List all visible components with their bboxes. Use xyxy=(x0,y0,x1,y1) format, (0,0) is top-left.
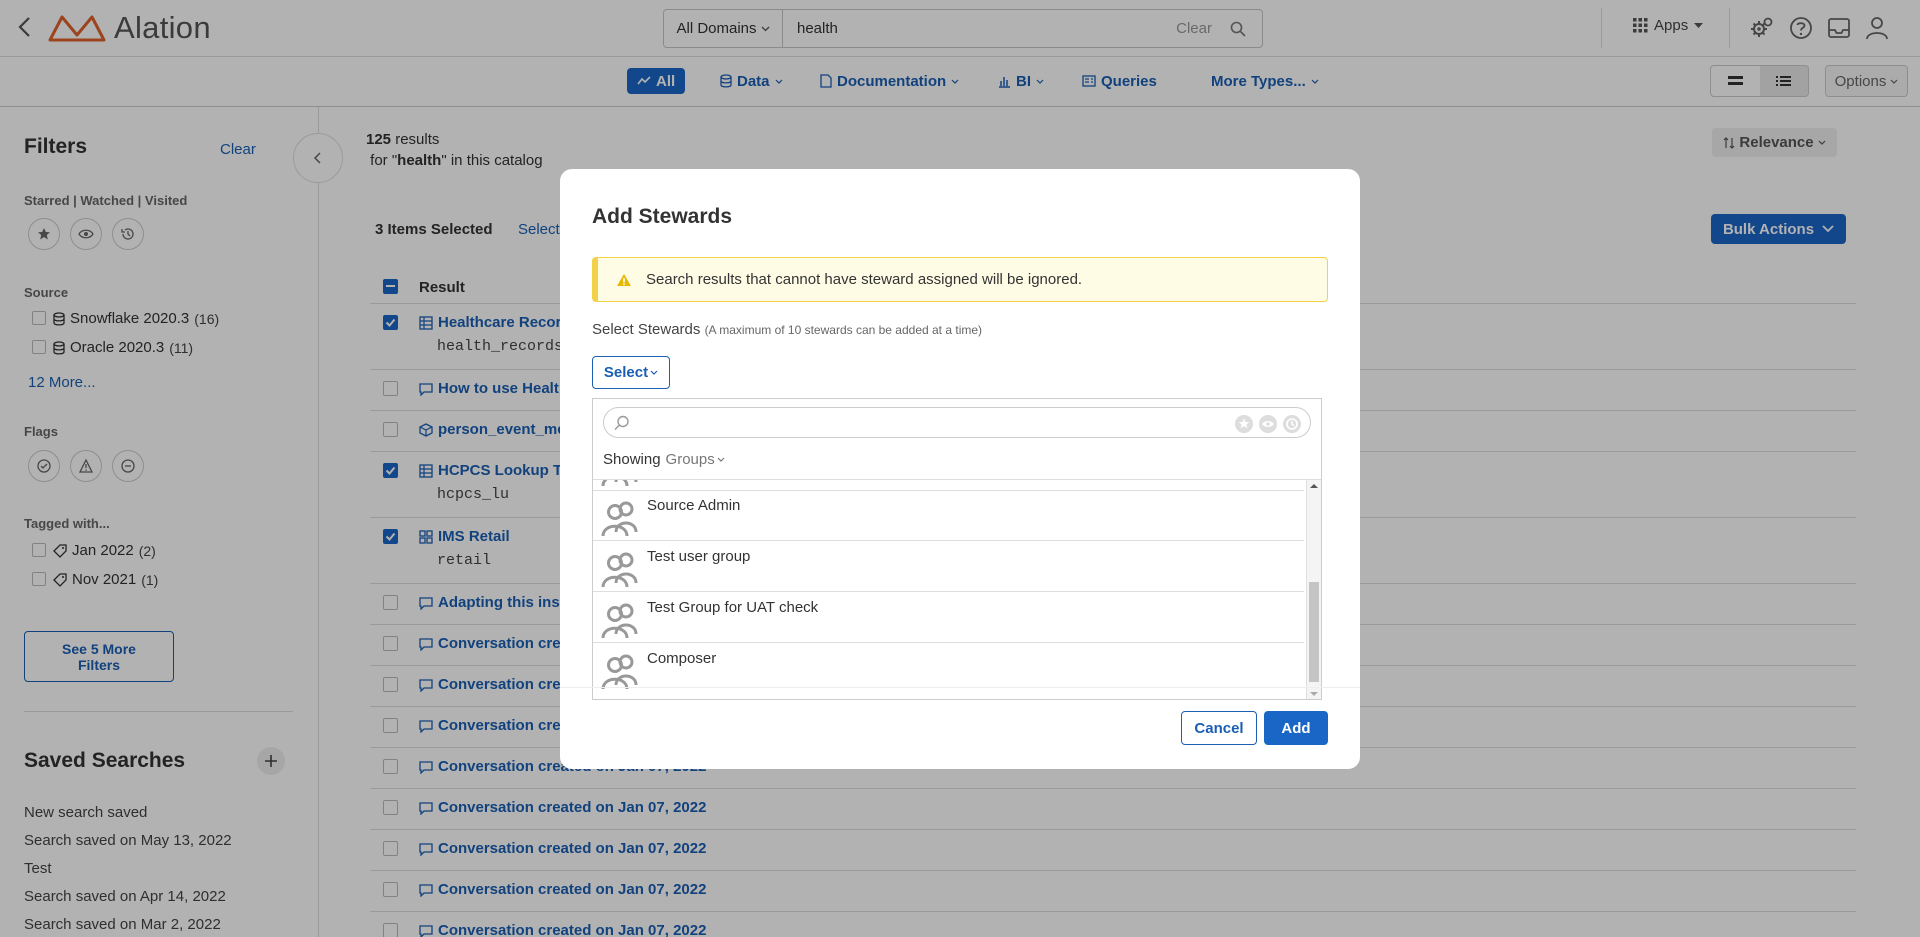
add-button[interactable]: Add xyxy=(1264,711,1328,745)
scrollbar-thumb[interactable] xyxy=(1309,582,1319,682)
search-icon xyxy=(614,415,630,431)
select-stewards-button[interactable]: Select xyxy=(592,356,670,389)
warning-text: Search results that cannot have steward … xyxy=(646,271,1083,288)
chevron-down-icon xyxy=(650,370,658,375)
select-stewards-hint: (A maximum of 10 stewards can be added a… xyxy=(704,323,983,337)
select-stewards-title: Select Stewards xyxy=(592,321,701,338)
chevron-down-icon xyxy=(717,457,725,462)
select-button-label: Select xyxy=(603,364,649,381)
scroll-down-arrow-icon[interactable] xyxy=(1310,691,1318,697)
showing-type-dropdown[interactable]: Groups xyxy=(666,451,725,468)
group-icon xyxy=(598,480,642,488)
divider xyxy=(560,687,1360,688)
steward-search-input[interactable] xyxy=(603,407,1311,438)
group-icon xyxy=(598,600,642,640)
group-name: Test Group for UAT check xyxy=(647,599,819,616)
group-name: Source Admin xyxy=(647,497,741,514)
showing-type-value: Groups xyxy=(665,451,715,468)
steward-picker: Showing Groups Source Admin Test user gr… xyxy=(592,398,1322,700)
showing-filter: Showing Groups xyxy=(603,451,725,468)
cancel-button[interactable]: Cancel xyxy=(1181,711,1257,745)
select-stewards-label: Select Stewards (A maximum of 10 steward… xyxy=(592,321,982,338)
group-list-scrollbar[interactable] xyxy=(1306,480,1321,699)
star-filter-icon[interactable] xyxy=(1234,414,1254,434)
group-item[interactable]: Source Admin xyxy=(593,490,1304,541)
group-item[interactable]: Test user group xyxy=(593,541,1304,592)
warning-icon xyxy=(617,273,631,286)
scroll-up-arrow-icon[interactable] xyxy=(1310,483,1318,489)
group-name: Test user group xyxy=(647,548,751,565)
warning-banner: Search results that cannot have steward … xyxy=(592,257,1328,302)
group-icon xyxy=(598,549,642,589)
modal-title: Add Stewards xyxy=(592,205,733,228)
group-icon xyxy=(598,498,642,538)
eye-filter-icon[interactable] xyxy=(1258,414,1278,434)
showing-label: Showing xyxy=(603,451,661,468)
group-item[interactable]: Test Group for UAT check xyxy=(593,592,1304,643)
group-name: Composer xyxy=(647,650,717,667)
add-stewards-modal: Add Stewards Search results that cannot … xyxy=(560,169,1360,769)
group-list: Source Admin Test user group Test Group … xyxy=(593,479,1321,699)
group-icon xyxy=(598,651,642,691)
history-filter-icon[interactable] xyxy=(1282,414,1302,434)
